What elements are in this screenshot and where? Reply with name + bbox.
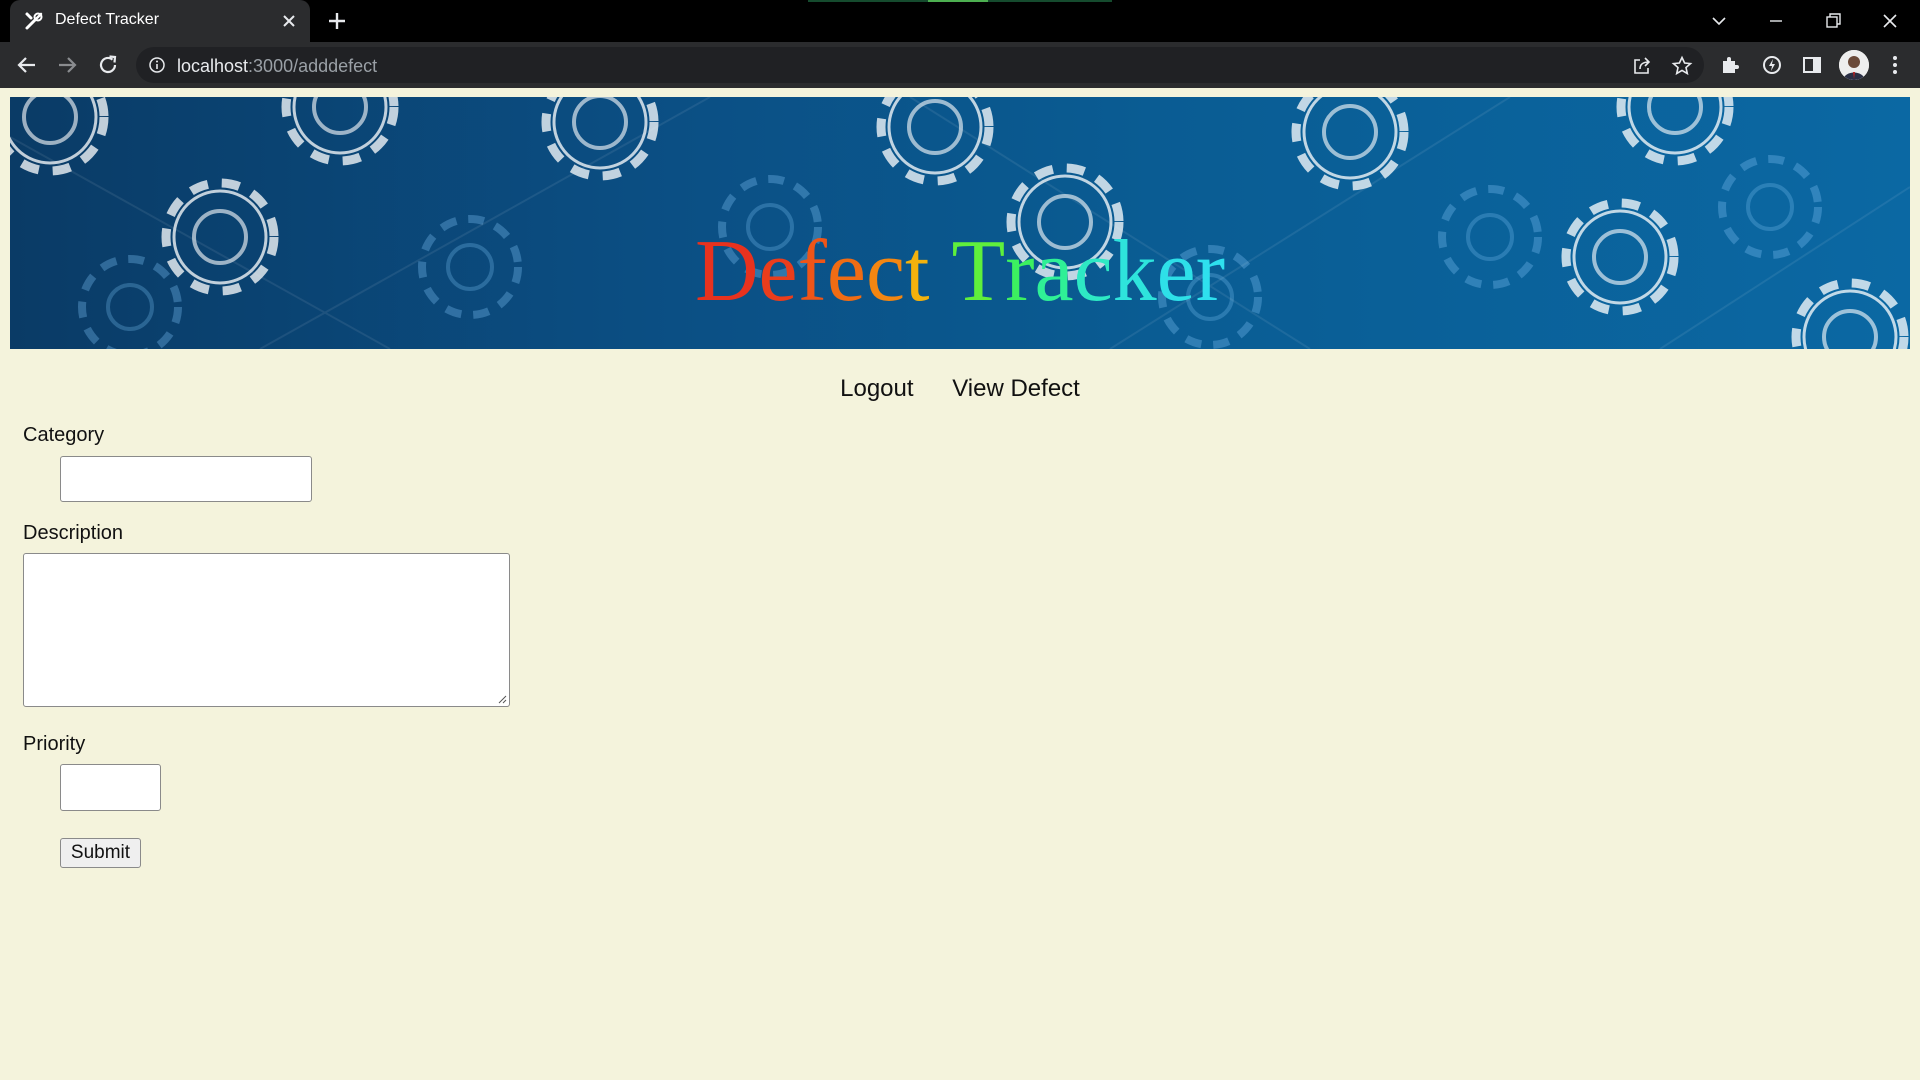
title-letter: r [1195,223,1226,320]
side-panel-icon[interactable] [1800,53,1824,77]
title-letter: D [694,223,759,320]
new-tab-icon[interactable] [326,10,348,32]
minimize-icon[interactable] [1763,8,1789,34]
tab-search-icon[interactable] [1706,8,1732,34]
star-icon[interactable] [1671,55,1693,77]
url-path: :3000/adddefect [248,56,378,76]
description-label: Description [23,522,124,544]
priority-label: Priority [23,733,86,755]
reload-icon[interactable] [96,53,120,77]
title-letter: c [865,223,906,320]
title-letter [929,228,951,316]
avatar-icon [1839,50,1869,80]
submit-button[interactable]: Submit [60,838,141,868]
view-defect-link[interactable]: View Defect [952,375,1080,402]
title-letter: c [1073,223,1113,320]
url-text[interactable]: localhost:3000/adddefect [177,56,377,77]
title-letter: a [1034,223,1074,320]
top-nav: Logout View Defect [0,375,1920,403]
lightning-icon[interactable] [1760,53,1784,77]
address-bar[interactable]: localhost:3000/adddefect [136,47,1704,83]
title-letter: e [1156,223,1196,320]
title-letter: f [797,223,827,320]
tools-icon [25,12,43,30]
priority-input[interactable] [60,764,161,811]
close-window-icon[interactable] [1877,8,1903,34]
browser-tab[interactable]: Defect Tracker [10,0,310,42]
back-arrow-icon[interactable] [15,53,39,77]
logout-link[interactable]: Logout [840,375,913,402]
share-icon[interactable] [1631,55,1653,77]
info-icon[interactable] [148,56,166,74]
loading-indicator [808,0,1112,2]
app-title: Defect Tracker [0,228,1920,316]
tab-title: Defect Tracker [55,11,160,28]
close-icon[interactable] [279,11,299,31]
puzzle-icon[interactable] [1719,53,1743,77]
profile-avatar[interactable] [1839,50,1869,80]
resize-grip-icon[interactable] [497,694,507,704]
browser-toolbar: localhost:3000/adddefect [0,42,1920,88]
description-textarea[interactable] [23,553,510,707]
title-letter: r [1005,223,1035,320]
browser-tabstrip: Defect Tracker [0,0,1920,42]
category-input[interactable] [60,456,312,502]
title-letter: T [951,223,1006,320]
title-letter: t [905,223,930,320]
kebab-menu-icon[interactable] [1883,53,1907,77]
title-letter: e [826,223,866,320]
url-host: localhost [177,56,249,76]
title-letter: e [758,223,798,320]
forward-arrow-icon[interactable] [55,53,79,77]
title-letter: k [1112,223,1157,320]
category-label: Category [23,424,105,446]
restore-icon[interactable] [1820,8,1846,34]
